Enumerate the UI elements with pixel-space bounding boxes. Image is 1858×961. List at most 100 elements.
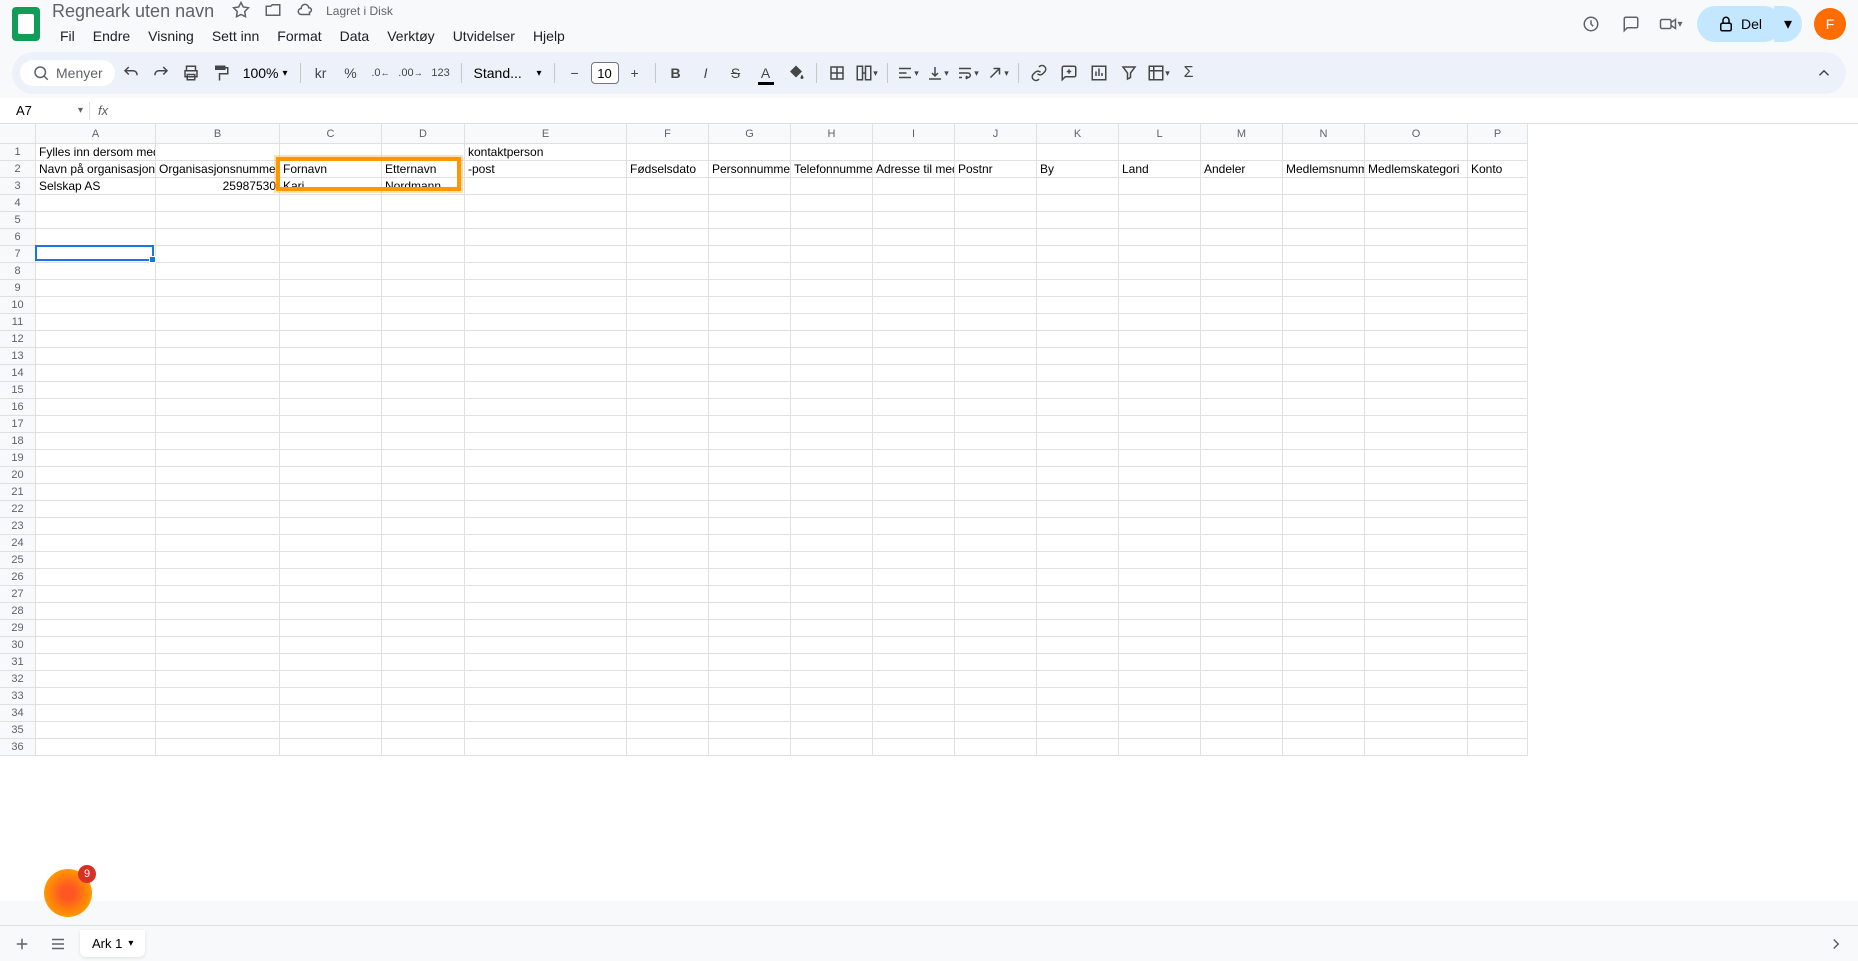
cell-H7[interactable] [791, 246, 873, 263]
cell-D16[interactable] [382, 399, 465, 416]
cell-P5[interactable] [1468, 212, 1528, 229]
cell-L13[interactable] [1119, 348, 1201, 365]
cell-H33[interactable] [791, 688, 873, 705]
cell-N26[interactable] [1283, 569, 1365, 586]
cell-F5[interactable] [627, 212, 709, 229]
cell-A10[interactable] [36, 297, 156, 314]
col-header-O[interactable]: O [1365, 124, 1468, 143]
cell-J28[interactable] [955, 603, 1037, 620]
cell-M4[interactable] [1201, 195, 1283, 212]
cell-B19[interactable] [156, 450, 280, 467]
cell-O2[interactable]: Medlemskategori [1365, 161, 1468, 178]
cell-K10[interactable] [1037, 297, 1119, 314]
cell-D8[interactable] [382, 263, 465, 280]
cell-O22[interactable] [1365, 501, 1468, 518]
cell-F2[interactable]: Fødselsdato [627, 161, 709, 178]
cell-D3[interactable]: Nordmann [382, 178, 465, 195]
cell-K3[interactable] [1037, 178, 1119, 195]
cell-F13[interactable] [627, 348, 709, 365]
cell-F22[interactable] [627, 501, 709, 518]
cell-H5[interactable] [791, 212, 873, 229]
cell-J8[interactable] [955, 263, 1037, 280]
cell-G20[interactable] [709, 467, 791, 484]
row-header-18[interactable]: 18 [0, 433, 35, 450]
cell-B7[interactable] [156, 246, 280, 263]
cell-M17[interactable] [1201, 416, 1283, 433]
cell-N13[interactable] [1283, 348, 1365, 365]
cell-H30[interactable] [791, 637, 873, 654]
cell-L30[interactable] [1119, 637, 1201, 654]
cell-L10[interactable] [1119, 297, 1201, 314]
fontsize-input[interactable] [591, 62, 619, 84]
cell-O26[interactable] [1365, 569, 1468, 586]
cell-L8[interactable] [1119, 263, 1201, 280]
row-header-10[interactable]: 10 [0, 297, 35, 314]
cell-D20[interactable] [382, 467, 465, 484]
cell-A21[interactable] [36, 484, 156, 501]
col-header-H[interactable]: H [791, 124, 873, 143]
cell-A13[interactable] [36, 348, 156, 365]
cell-B31[interactable] [156, 654, 280, 671]
cell-K28[interactable] [1037, 603, 1119, 620]
cell-J5[interactable] [955, 212, 1037, 229]
cell-N12[interactable] [1283, 331, 1365, 348]
cell-G10[interactable] [709, 297, 791, 314]
cell-A14[interactable] [36, 365, 156, 382]
cell-O16[interactable] [1365, 399, 1468, 416]
cell-A27[interactable] [36, 586, 156, 603]
cell-B17[interactable] [156, 416, 280, 433]
cell-K7[interactable] [1037, 246, 1119, 263]
cell-C31[interactable] [280, 654, 382, 671]
cell-B21[interactable] [156, 484, 280, 501]
cell-G11[interactable] [709, 314, 791, 331]
cell-N11[interactable] [1283, 314, 1365, 331]
cell-D35[interactable] [382, 722, 465, 739]
col-header-P[interactable]: P [1468, 124, 1528, 143]
row-header-4[interactable]: 4 [0, 195, 35, 212]
cell-M20[interactable] [1201, 467, 1283, 484]
share-dropdown[interactable]: ▾ [1774, 6, 1802, 42]
cell-E16[interactable] [465, 399, 627, 416]
cell-G22[interactable] [709, 501, 791, 518]
cell-C21[interactable] [280, 484, 382, 501]
row-header-27[interactable]: 27 [0, 586, 35, 603]
cell-H8[interactable] [791, 263, 873, 280]
rotation-icon[interactable]: ▾ [984, 59, 1012, 87]
cell-M15[interactable] [1201, 382, 1283, 399]
cell-O7[interactable] [1365, 246, 1468, 263]
cell-C26[interactable] [280, 569, 382, 586]
cell-L25[interactable] [1119, 552, 1201, 569]
name-box[interactable] [12, 101, 72, 120]
row-header-7[interactable]: 7 [0, 246, 35, 263]
cell-E31[interactable] [465, 654, 627, 671]
cell-P9[interactable] [1468, 280, 1528, 297]
cell-C36[interactable] [280, 739, 382, 756]
cell-F6[interactable] [627, 229, 709, 246]
cell-L35[interactable] [1119, 722, 1201, 739]
cell-F3[interactable] [627, 178, 709, 195]
cell-C35[interactable] [280, 722, 382, 739]
cell-N31[interactable] [1283, 654, 1365, 671]
cell-N36[interactable] [1283, 739, 1365, 756]
row-header-11[interactable]: 11 [0, 314, 35, 331]
cell-J16[interactable] [955, 399, 1037, 416]
cell-I14[interactable] [873, 365, 955, 382]
document-title[interactable]: Regneark uten navn [52, 1, 214, 22]
cell-I30[interactable] [873, 637, 955, 654]
cell-E22[interactable] [465, 501, 627, 518]
borders-icon[interactable] [823, 59, 851, 87]
cell-P20[interactable] [1468, 467, 1528, 484]
cell-D36[interactable] [382, 739, 465, 756]
col-header-B[interactable]: B [156, 124, 280, 143]
cell-B22[interactable] [156, 501, 280, 518]
cell-G34[interactable] [709, 705, 791, 722]
cell-O12[interactable] [1365, 331, 1468, 348]
cell-M12[interactable] [1201, 331, 1283, 348]
cell-F20[interactable] [627, 467, 709, 484]
cell-I23[interactable] [873, 518, 955, 535]
cell-N9[interactable] [1283, 280, 1365, 297]
cell-D31[interactable] [382, 654, 465, 671]
cell-N17[interactable] [1283, 416, 1365, 433]
cell-D22[interactable] [382, 501, 465, 518]
add-sheet-icon[interactable] [8, 930, 36, 958]
